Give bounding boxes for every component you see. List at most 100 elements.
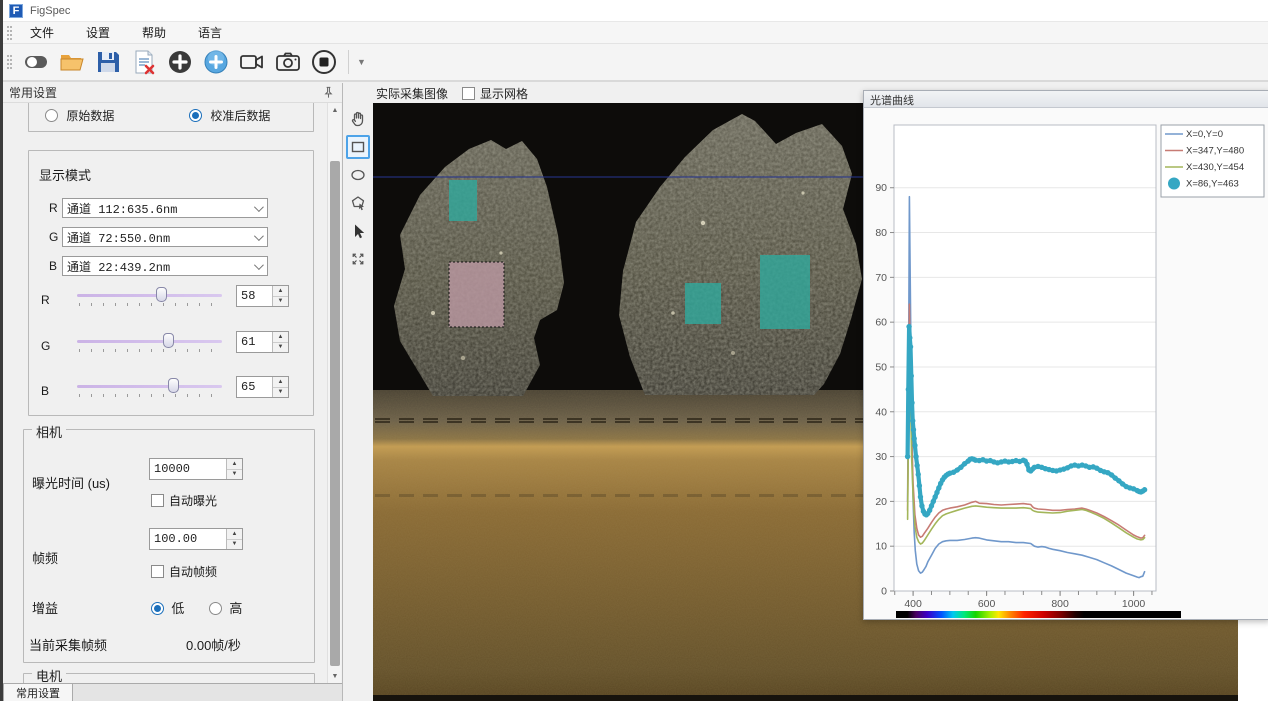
spin-up-icon[interactable]: ▲ bbox=[273, 377, 288, 388]
slider-r[interactable] bbox=[77, 286, 222, 308]
gain-high-radio[interactable]: 高 bbox=[209, 598, 242, 617]
slider-g-value[interactable]: 61 bbox=[237, 332, 272, 352]
auto-exposure-checkbox[interactable]: 自动曝光 bbox=[151, 492, 217, 509]
framerate-value[interactable]: 100.00 bbox=[150, 529, 226, 549]
spin-down-icon[interactable]: ▼ bbox=[273, 388, 288, 398]
spectral-panel: 光谱曲线 01020304050607080904006008001000X=0… bbox=[863, 90, 1268, 620]
tool-pan-hand[interactable] bbox=[346, 107, 370, 131]
spin-up-icon[interactable]: ▲ bbox=[273, 332, 288, 343]
radio-raw-data[interactable]: 原始数据 bbox=[45, 107, 114, 124]
show-grid-box-icon[interactable] bbox=[462, 87, 475, 100]
slider-g[interactable] bbox=[77, 332, 222, 354]
clear-document-button[interactable] bbox=[128, 46, 160, 78]
menu-file[interactable]: 文件 bbox=[20, 21, 64, 44]
y-tick-label: 70 bbox=[875, 272, 887, 284]
slider-b-spinbox[interactable]: 65 ▲▼ bbox=[236, 376, 289, 398]
menu-help[interactable]: 帮助 bbox=[132, 21, 176, 44]
selection-region[interactable] bbox=[449, 262, 504, 327]
y-tick-label: 20 bbox=[875, 496, 887, 508]
show-grid-checkbox[interactable]: 显示网格 bbox=[462, 85, 528, 102]
toolbar-grip[interactable] bbox=[7, 55, 12, 69]
scroll-down-icon[interactable]: ▼ bbox=[328, 669, 342, 683]
pin-icon[interactable] bbox=[322, 86, 336, 100]
gain-low-radio-icon[interactable] bbox=[151, 602, 164, 615]
view-title: 实际采集图像 bbox=[376, 85, 448, 102]
chevron-down-icon bbox=[254, 260, 264, 270]
slider-r-value[interactable]: 58 bbox=[237, 286, 272, 306]
slider-r-spinbox[interactable]: 58 ▲▼ bbox=[236, 285, 289, 307]
photo-capture-button[interactable] bbox=[272, 46, 304, 78]
y-tick-label: 40 bbox=[875, 406, 887, 418]
toolbar-overflow-button[interactable]: ▼ bbox=[353, 57, 370, 67]
slider-g-spinbox[interactable]: 61 ▲▼ bbox=[236, 331, 289, 353]
save-file-button[interactable] bbox=[92, 46, 124, 78]
spin-up-icon[interactable]: ▲ bbox=[227, 459, 242, 470]
spin-down-icon[interactable]: ▼ bbox=[273, 343, 288, 353]
tool-arrow-cursor[interactable] bbox=[346, 219, 370, 243]
slider-g-handle[interactable] bbox=[163, 333, 174, 348]
app-logo: F bbox=[9, 4, 23, 18]
tool-rect-select[interactable] bbox=[346, 135, 370, 159]
open-file-button[interactable] bbox=[56, 46, 88, 78]
auto-framerate-checkbox[interactable]: 自动帧频 bbox=[151, 563, 217, 580]
radio-calibrated-icon[interactable] bbox=[189, 109, 202, 122]
slider-g-label: G bbox=[41, 339, 50, 353]
channel-b-combo[interactable]: 通道 22:439.2nm bbox=[62, 256, 268, 276]
gain-high-radio-icon[interactable] bbox=[209, 602, 222, 615]
add-black-button[interactable] bbox=[164, 46, 196, 78]
auto-exposure-box-icon[interactable] bbox=[151, 494, 164, 507]
channel-r-label: R bbox=[49, 201, 58, 215]
legend-label: X=347,Y=480 bbox=[1186, 146, 1244, 157]
tool-ellipse-select[interactable] bbox=[346, 163, 370, 187]
video-capture-button[interactable] bbox=[236, 46, 268, 78]
spin-up-icon[interactable]: ▲ bbox=[273, 286, 288, 297]
plus-circle-blue-icon bbox=[202, 48, 230, 76]
slider-b-handle[interactable] bbox=[168, 378, 179, 393]
x-tick-label: 600 bbox=[978, 598, 996, 610]
ellipse-select-icon bbox=[349, 166, 367, 184]
spin-down-icon[interactable]: ▼ bbox=[273, 297, 288, 307]
framerate-spinbox[interactable]: 100.00 ▲▼ bbox=[149, 528, 243, 550]
spectral-chart[interactable]: 01020304050607080904006008001000X=0,Y=0X… bbox=[864, 108, 1268, 619]
exposure-value[interactable]: 10000 bbox=[150, 459, 226, 479]
radio-raw-icon[interactable] bbox=[45, 109, 58, 122]
spin-up-icon[interactable]: ▲ bbox=[227, 529, 242, 540]
channel-r-combo[interactable]: 通道 112:635.6nm bbox=[62, 198, 268, 218]
document-delete-icon bbox=[130, 48, 158, 76]
menubar-grip[interactable] bbox=[7, 26, 12, 40]
slider-track bbox=[77, 385, 222, 388]
scroll-up-icon[interactable]: ▲ bbox=[328, 103, 342, 117]
toolbar: ▼ bbox=[3, 44, 1268, 82]
menu-language[interactable]: 语言 bbox=[188, 21, 232, 44]
slider-ticks bbox=[79, 394, 220, 397]
slider-r-handle[interactable] bbox=[156, 287, 167, 302]
tab-common-settings[interactable]: 常用设置 bbox=[3, 684, 73, 701]
auto-framerate-label: 自动帧频 bbox=[169, 565, 217, 579]
selection-region[interactable] bbox=[760, 255, 810, 329]
channel-r-value: 通道 112:635.6nm bbox=[67, 200, 177, 217]
spin-down-icon[interactable]: ▼ bbox=[227, 540, 242, 550]
add-blue-button[interactable] bbox=[200, 46, 232, 78]
y-tick-label: 90 bbox=[875, 182, 887, 194]
display-mode-title: 显示模式 bbox=[39, 165, 91, 184]
dock-scrollbar[interactable]: ▲ ▼ bbox=[327, 103, 341, 683]
slider-b[interactable] bbox=[77, 377, 222, 399]
radio-calibrated-data[interactable]: 校准后数据 bbox=[189, 107, 270, 124]
spin-down-icon[interactable]: ▼ bbox=[227, 470, 242, 480]
tool-fit-view[interactable] bbox=[346, 247, 370, 271]
toolbar-separator bbox=[348, 50, 349, 74]
exposure-spinbox[interactable]: 10000 ▲▼ bbox=[149, 458, 243, 480]
selection-region[interactable] bbox=[685, 283, 721, 324]
stop-record-button[interactable] bbox=[308, 46, 340, 78]
app-title: FigSpec bbox=[30, 5, 70, 17]
slider-b-value[interactable]: 65 bbox=[237, 377, 272, 397]
menu-settings[interactable]: 设置 bbox=[76, 21, 120, 44]
channel-g-combo[interactable]: 通道 72:550.0nm bbox=[62, 227, 268, 247]
arrow-cursor-icon bbox=[349, 222, 367, 240]
auto-framerate-box-icon[interactable] bbox=[151, 565, 164, 578]
tool-polygon-select[interactable] bbox=[346, 191, 370, 215]
toggle-connect-button[interactable] bbox=[20, 46, 52, 78]
scrollbar-thumb[interactable] bbox=[330, 161, 340, 666]
selection-region[interactable] bbox=[449, 180, 477, 221]
gain-low-radio[interactable]: 低 bbox=[151, 598, 184, 617]
